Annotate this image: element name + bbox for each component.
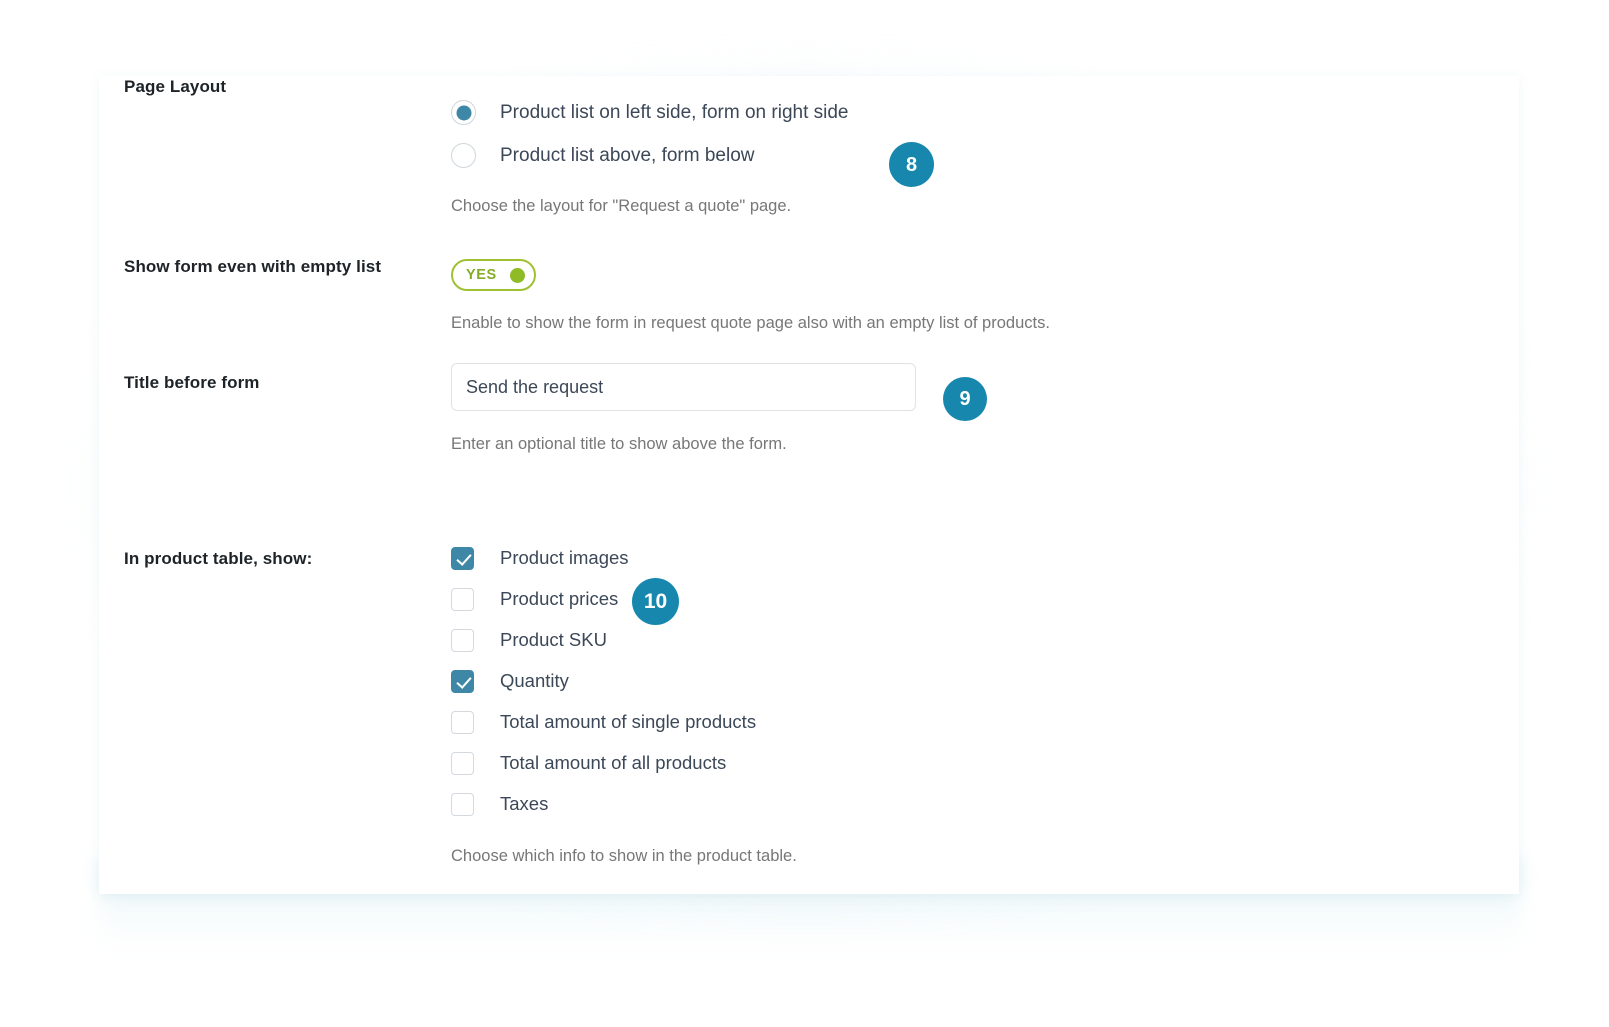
radio-product-list-left-icon[interactable] <box>451 100 476 125</box>
checkbox-taxes-icon[interactable] <box>451 793 474 816</box>
step-badge-8: 8 <box>889 142 934 187</box>
checkbox-product-images-icon[interactable] <box>451 547 474 570</box>
checkbox-label-quantity[interactable]: Quantity <box>500 672 569 691</box>
radio-row-list-above[interactable]: Product list above, form below <box>451 134 849 177</box>
checkbox-row-quantity[interactable]: Quantity <box>451 661 797 702</box>
page-layout-options: Product list on left side, form on right… <box>451 91 849 218</box>
step-badge-8-number: 8 <box>905 153 918 176</box>
checkbox-row-total-single-products[interactable]: Total amount of single products <box>451 702 797 743</box>
radio-label-product-list-above[interactable]: Product list above, form below <box>500 146 755 165</box>
checkbox-label-product-sku[interactable]: Product SKU <box>500 631 607 650</box>
show-form-empty-list-control: YES Enable to show the form in request q… <box>451 259 1050 335</box>
radio-label-product-list-left[interactable]: Product list on left side, form on right… <box>500 103 849 122</box>
checkbox-product-prices-icon[interactable] <box>451 588 474 611</box>
checkbox-total-single-products-icon[interactable] <box>451 711 474 734</box>
checkbox-label-product-prices[interactable]: Product prices <box>500 590 618 609</box>
radio-row-list-left[interactable]: Product list on left side, form on right… <box>451 91 849 134</box>
step-badge-9: 9 <box>943 377 987 421</box>
checkbox-label-total-all-products[interactable]: Total amount of all products <box>500 754 726 773</box>
checkbox-quantity-icon[interactable] <box>451 670 474 693</box>
radio-product-list-above-icon[interactable] <box>451 143 476 168</box>
product-table-show-hint: Choose which info to show in the product… <box>451 847 797 865</box>
page-layout-hint: Choose the layout for "Request a quote" … <box>451 197 792 215</box>
checkbox-row-product-sku[interactable]: Product SKU <box>451 620 797 661</box>
title-before-form-input[interactable] <box>451 363 916 411</box>
checkbox-row-product-prices[interactable]: Product prices <box>451 579 797 620</box>
title-before-form-control: Enter an optional title to show above th… <box>451 363 916 456</box>
title-before-form-hint: Enter an optional title to show above th… <box>451 435 787 453</box>
show-form-empty-list-label: Show form even with empty list <box>124 257 382 276</box>
checkbox-label-product-images[interactable]: Product images <box>500 549 629 568</box>
checkbox-row-total-all-products[interactable]: Total amount of all products <box>451 743 797 784</box>
checkbox-label-total-single-products[interactable]: Total amount of single products <box>500 713 756 732</box>
settings-card: Page Layout Product list on left side, f… <box>99 76 1519 894</box>
toggle-knob-icon <box>509 267 525 283</box>
checkbox-row-taxes[interactable]: Taxes <box>451 784 797 825</box>
show-form-empty-list-hint: Enable to show the form in request quote… <box>451 314 1050 332</box>
toggle-state-label: YES <box>466 267 497 283</box>
step-badge-9-number: 9 <box>959 388 971 410</box>
page-layout-label: Page Layout <box>124 77 227 96</box>
checkbox-label-taxes[interactable]: Taxes <box>500 795 548 814</box>
checkbox-product-sku-icon[interactable] <box>451 629 474 652</box>
step-badge-10: 10 <box>632 578 679 625</box>
product-table-show-options: Product images Product prices Product SK… <box>451 538 797 868</box>
show-form-empty-list-toggle[interactable]: YES <box>451 259 536 291</box>
product-table-show-label: In product table, show: <box>124 549 313 568</box>
checkbox-row-product-images[interactable]: Product images <box>451 538 797 579</box>
step-badge-10-number: 10 <box>643 590 668 613</box>
title-before-form-label: Title before form <box>124 373 260 392</box>
checkbox-total-all-products-icon[interactable] <box>451 752 474 775</box>
